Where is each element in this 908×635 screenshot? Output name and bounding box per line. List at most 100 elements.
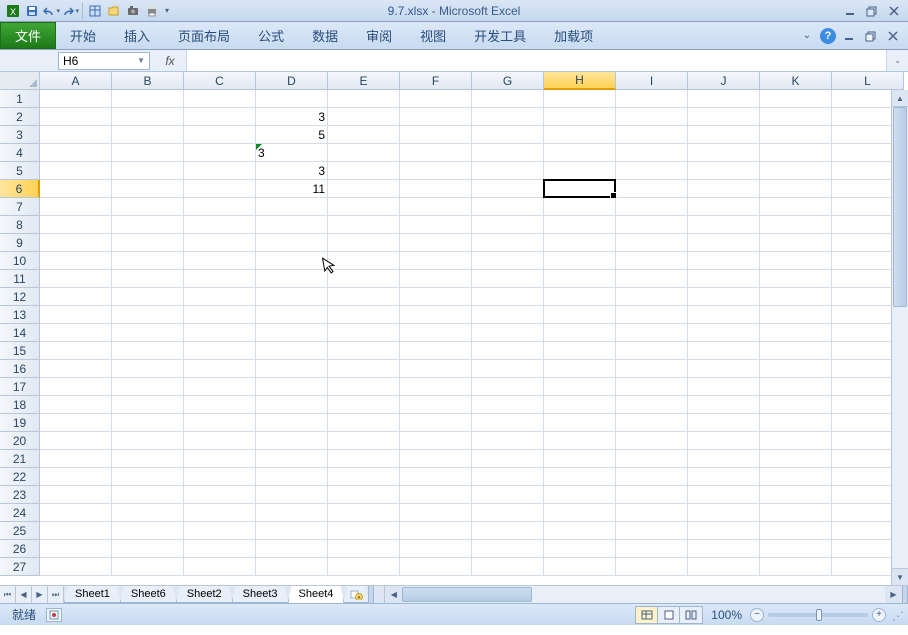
cell[interactable] [256,396,328,414]
cell[interactable] [184,126,256,144]
row-header[interactable]: 9 [0,234,40,252]
cell[interactable] [184,432,256,450]
scroll-left-button[interactable]: ◀ [385,586,402,603]
cell[interactable] [184,468,256,486]
cell[interactable] [112,486,184,504]
cell[interactable] [184,522,256,540]
cell[interactable] [760,180,832,198]
cell[interactable] [256,270,328,288]
cell[interactable] [40,378,112,396]
cell[interactable] [544,90,616,108]
formula-bar-expand-icon[interactable]: ⌄ [886,50,908,71]
cell[interactable] [40,108,112,126]
cell[interactable] [472,396,544,414]
cell[interactable] [544,486,616,504]
cell[interactable] [40,540,112,558]
cell[interactable] [688,144,760,162]
cell[interactable] [760,504,832,522]
cell[interactable] [184,414,256,432]
cell[interactable] [112,558,184,576]
cell[interactable] [616,252,688,270]
cell[interactable] [328,468,400,486]
vertical-scroll-thumb[interactable] [893,107,907,307]
cell[interactable] [400,396,472,414]
cell[interactable] [400,504,472,522]
cell[interactable] [544,288,616,306]
cell[interactable] [400,468,472,486]
cell[interactable] [328,360,400,378]
vertical-scrollbar[interactable]: ▲ ▼ [891,90,908,585]
cell[interactable] [400,414,472,432]
help-icon[interactable]: ? [820,28,836,44]
row-header[interactable]: 4 [0,144,40,162]
column-header[interactable]: I [616,72,688,90]
row-header[interactable]: 8 [0,216,40,234]
cell[interactable] [40,342,112,360]
cell[interactable] [112,270,184,288]
cell[interactable] [184,162,256,180]
cell[interactable] [40,486,112,504]
cell[interactable] [760,234,832,252]
cell[interactable] [112,360,184,378]
cell[interactable] [40,288,112,306]
sheet-tab[interactable]: Sheet2 [176,586,233,603]
cell[interactable] [328,432,400,450]
cell[interactable] [328,342,400,360]
cell[interactable] [472,90,544,108]
workbook-restore-button[interactable] [862,27,880,45]
cell[interactable] [544,504,616,522]
column-header[interactable]: E [328,72,400,90]
cell[interactable] [688,108,760,126]
cell[interactable] [760,306,832,324]
cell[interactable] [400,288,472,306]
cell[interactable] [256,252,328,270]
zoom-out-button[interactable]: − [750,608,764,622]
cell[interactable] [616,540,688,558]
ribbon-tab[interactable]: 插入 [110,22,164,49]
cell[interactable] [400,378,472,396]
cell[interactable] [472,306,544,324]
cell[interactable] [472,216,544,234]
cell[interactable] [400,450,472,468]
cell[interactable] [256,504,328,522]
cell[interactable] [112,90,184,108]
cell[interactable] [400,144,472,162]
cell[interactable] [400,342,472,360]
cell[interactable] [616,558,688,576]
cell[interactable] [184,198,256,216]
cell[interactable] [400,558,472,576]
cell[interactable] [112,126,184,144]
cell[interactable] [40,558,112,576]
cell[interactable] [688,450,760,468]
cell[interactable] [256,342,328,360]
row-header[interactable]: 27 [0,558,40,576]
cell[interactable] [328,108,400,126]
cell[interactable] [472,234,544,252]
cell[interactable] [688,252,760,270]
cell[interactable] [328,522,400,540]
cell[interactable] [184,360,256,378]
ribbon-tab[interactable]: 加载项 [540,22,607,49]
cell[interactable] [688,270,760,288]
cell[interactable] [184,306,256,324]
cell[interactable] [688,378,760,396]
cell[interactable] [40,504,112,522]
row-header[interactable]: 22 [0,468,40,486]
cell[interactable] [256,90,328,108]
cell[interactable] [616,162,688,180]
cell[interactable] [256,360,328,378]
cell[interactable] [544,522,616,540]
cell[interactable] [112,342,184,360]
page-layout-view-button[interactable] [658,607,680,623]
cell[interactable] [328,450,400,468]
ribbon-tab[interactable]: 数据 [298,22,352,49]
cell[interactable] [400,540,472,558]
cell[interactable] [616,486,688,504]
cell[interactable] [544,360,616,378]
cell[interactable] [688,324,760,342]
cell[interactable] [688,414,760,432]
cell[interactable] [256,468,328,486]
cell[interactable] [688,504,760,522]
cell[interactable] [40,180,112,198]
cell[interactable] [112,414,184,432]
